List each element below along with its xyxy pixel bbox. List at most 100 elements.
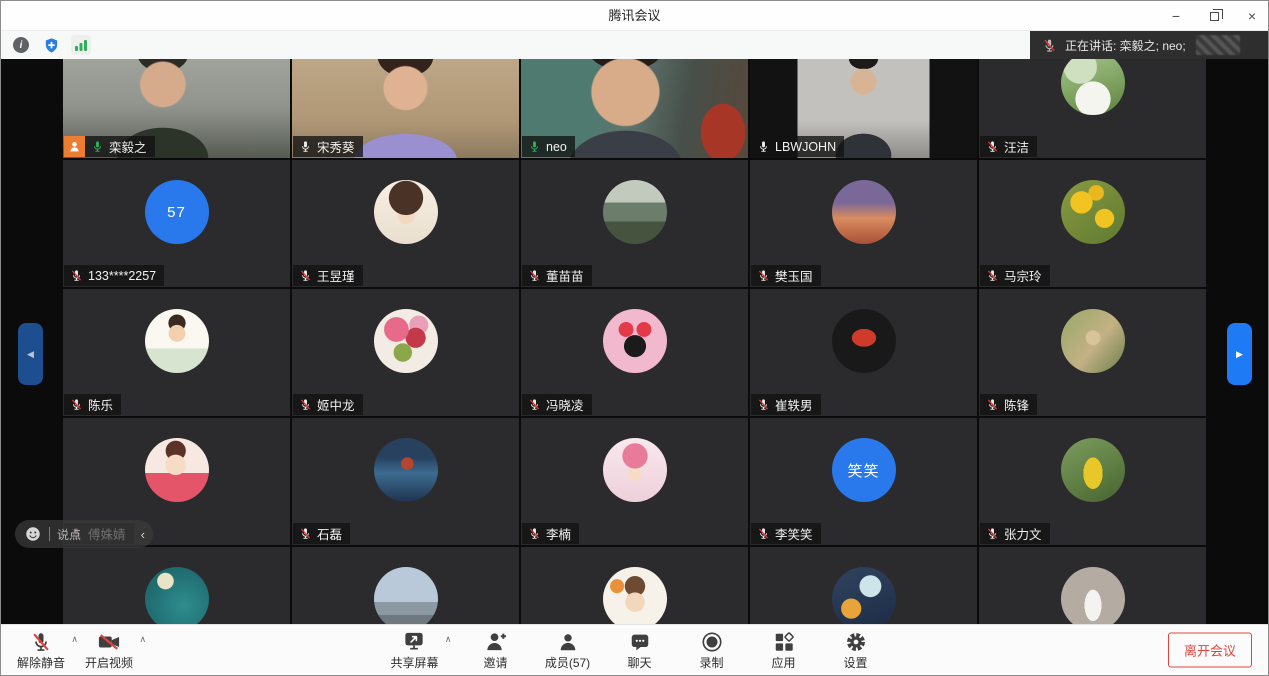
participant-name: 李楠	[546, 524, 571, 543]
label-body: 汪洁	[980, 136, 1037, 157]
participant-tile[interactable]: 王昱瑾	[292, 160, 519, 287]
label-body: 董苗苗	[522, 265, 592, 286]
chat-button[interactable]: 聊天	[617, 629, 663, 671]
participant-avatar	[1061, 180, 1125, 244]
participant-avatar	[1061, 567, 1125, 624]
video-grid: 栾毅之 宋秀葵	[63, 59, 1206, 624]
participant-avatar: 57	[145, 180, 209, 244]
mic-status-icon	[757, 398, 770, 411]
chat-bar-divider	[49, 527, 50, 541]
participant-tile[interactable]: 马宗玲	[979, 160, 1206, 287]
participant-tile[interactable]: 陈乐	[63, 289, 290, 416]
participant-tile[interactable]: 崔轶男	[750, 289, 977, 416]
share-options-chevron[interactable]: ∧	[445, 634, 452, 645]
label-body: 石磊	[293, 523, 350, 544]
participant-tile[interactable]: 樊玉国	[750, 160, 977, 287]
share-screen-button[interactable]: 共享屏幕 ∧	[390, 629, 438, 671]
record-circle-icon	[701, 629, 723, 653]
label-body: 姬中龙	[293, 394, 363, 415]
network-signal-icon[interactable]	[71, 35, 91, 55]
participant-name-label: 宋秀葵	[293, 136, 363, 157]
participant-tile[interactable]: 姬中龙	[292, 289, 519, 416]
mic-status-icon	[299, 140, 312, 153]
participant-name-label: 崔轶男	[751, 394, 821, 415]
participant-name-label: 李笑笑	[751, 523, 821, 544]
participant-tile[interactable]: neo	[521, 59, 748, 158]
participant-tile[interactable]: 李楠	[521, 418, 748, 545]
participant-avatar-wrap	[63, 547, 290, 624]
participant-tile[interactable]	[63, 547, 290, 624]
participant-avatar	[603, 309, 667, 373]
members-button[interactable]: 成员(57)	[545, 629, 591, 671]
participant-avatar	[603, 180, 667, 244]
participant-tile[interactable]	[750, 547, 977, 624]
participant-tile[interactable]: 汪洁	[979, 59, 1206, 158]
mic-status-icon	[986, 398, 999, 411]
participant-tile[interactable]	[292, 547, 519, 624]
settings-button[interactable]: 设置	[833, 629, 879, 671]
mic-options-chevron[interactable]: ∧	[71, 634, 78, 645]
minimize-button[interactable]: −	[1168, 8, 1184, 24]
apps-grid-icon	[773, 629, 795, 653]
participant-name-label: 张力文	[980, 523, 1050, 544]
participant-tile[interactable]: 冯晓凌	[521, 289, 748, 416]
label-body: 陈锋	[980, 394, 1037, 415]
mic-status-icon	[299, 398, 312, 411]
participant-tile[interactable]	[521, 547, 748, 624]
participant-tile[interactable]: 石磊	[292, 418, 519, 545]
participant-name: 李笑笑	[775, 524, 813, 543]
video-options-chevron[interactable]: ∧	[139, 634, 146, 645]
participant-avatar-wrap	[521, 547, 748, 624]
participant-tile[interactable]: 笑笑 李笑笑	[750, 418, 977, 545]
collapse-chat-icon[interactable]: ‹	[141, 527, 145, 542]
label-body: 李楠	[522, 523, 579, 544]
previous-page-button[interactable]: ◀	[18, 323, 43, 385]
blurred-name-patch	[1196, 35, 1240, 55]
quick-chat-bar[interactable]: 说点 ‹	[15, 520, 153, 548]
titlebar: 腾讯会议 − ×	[1, 1, 1268, 31]
participant-tile[interactable]: 董苗苗	[521, 160, 748, 287]
participant-avatar	[603, 438, 667, 502]
info-icon: i	[13, 37, 29, 53]
record-button[interactable]: 录制	[689, 629, 735, 671]
label-body: 张力文	[980, 523, 1050, 544]
participant-tile[interactable]: 宋秀葵	[292, 59, 519, 158]
participant-tile[interactable]: 陈锋	[979, 289, 1206, 416]
close-button[interactable]: ×	[1244, 8, 1260, 24]
label-body: LBWJOHN	[751, 136, 844, 157]
participant-tile[interactable]: 张力文	[979, 418, 1206, 545]
emoji-smiley-icon[interactable]	[24, 525, 42, 543]
mic-status-icon	[91, 140, 104, 153]
security-shield-icon[interactable]	[41, 35, 61, 55]
person-icon	[557, 629, 579, 653]
participant-tile[interactable]: 57 133****2257	[63, 160, 290, 287]
restore-button[interactable]	[1206, 8, 1222, 24]
participant-avatar	[145, 309, 209, 373]
mic-status-icon	[70, 269, 83, 282]
participant-name: 张力文	[1004, 524, 1042, 543]
mic-status-icon	[986, 140, 999, 153]
meeting-info-icon[interactable]: i	[11, 35, 31, 55]
unmute-button[interactable]: 解除静音 ∧	[17, 629, 65, 671]
mic-status-icon	[528, 140, 541, 153]
invite-button[interactable]: 邀请	[473, 629, 519, 671]
participant-avatar	[1061, 309, 1125, 373]
participant-avatar	[1061, 59, 1125, 115]
chat-bubble-icon	[629, 629, 651, 653]
mic-off-icon	[30, 629, 52, 653]
apps-button[interactable]: 应用	[761, 629, 807, 671]
start-video-button[interactable]: 开启视频 ∧	[85, 629, 133, 671]
chat-input-hint[interactable]: 说点	[57, 526, 134, 543]
participant-tile[interactable]	[979, 547, 1206, 624]
restore-icon	[1210, 12, 1219, 21]
leave-meeting-button[interactable]: 离开会议	[1168, 633, 1252, 668]
participant-tile[interactable]: LBWJOHN	[750, 59, 977, 158]
video-grid-area: 栾毅之 宋秀葵	[1, 59, 1268, 624]
chevron-left-icon: ◀	[27, 349, 34, 360]
next-page-button[interactable]: ▶	[1227, 323, 1252, 385]
participant-avatar	[145, 567, 209, 624]
participant-tile[interactable]: 栾毅之	[63, 59, 290, 158]
participant-name-label: 冯晓凌	[522, 394, 592, 415]
mic-status-icon	[757, 527, 770, 540]
mic-status-icon	[757, 140, 770, 153]
